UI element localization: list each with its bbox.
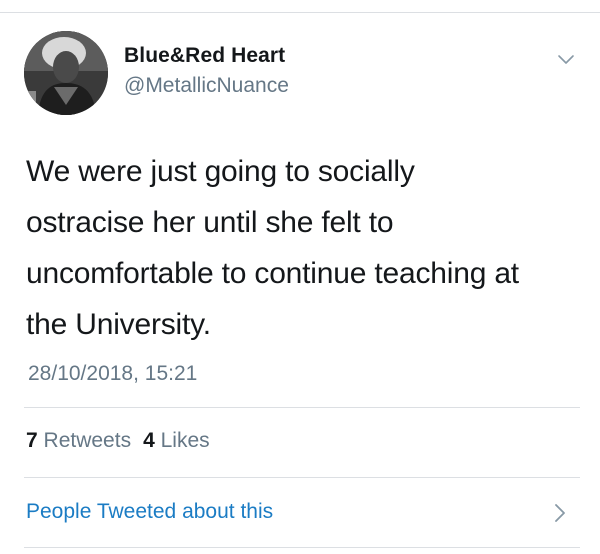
- top-divider: [0, 12, 600, 13]
- tweet-detail: Blue&Red Heart @MetallicNuance We were j…: [0, 0, 600, 554]
- likes-link[interactable]: 4 Likes: [143, 429, 210, 452]
- tweet-timestamp: 28/10/2018, 15:21: [28, 362, 198, 385]
- people-tweeted-row[interactable]: People Tweeted about this: [0, 480, 600, 546]
- likes-label: Likes: [160, 429, 210, 452]
- tweet-text-line: the University.: [26, 308, 211, 341]
- retweets-link[interactable]: 7 Retweets: [26, 429, 131, 452]
- divider: [24, 407, 580, 408]
- chevron-down-icon[interactable]: [556, 50, 576, 70]
- tweet-stats: 7 Retweets 4 Likes: [26, 429, 210, 453]
- likes-count: 4: [143, 429, 155, 452]
- divider: [24, 547, 580, 548]
- tweet-text-line: uncomfortable to continue teaching at: [26, 257, 519, 290]
- retweets-count: 7: [26, 429, 38, 452]
- user-handle[interactable]: @MetallicNuance: [124, 74, 289, 98]
- divider: [24, 477, 580, 478]
- chevron-right-icon: [552, 501, 568, 525]
- avatar-image: [24, 31, 108, 115]
- tweet-text-line: ostracise her until she felt to: [26, 206, 394, 239]
- display-name[interactable]: Blue&Red Heart: [124, 44, 285, 68]
- people-tweeted-link[interactable]: People Tweeted about this: [26, 500, 273, 524]
- tweet-text: We were just going to socially ostracise…: [26, 146, 586, 350]
- retweets-label: Retweets: [43, 429, 132, 452]
- tweet-text-line: We were just going to socially: [26, 155, 415, 188]
- avatar[interactable]: [24, 31, 108, 115]
